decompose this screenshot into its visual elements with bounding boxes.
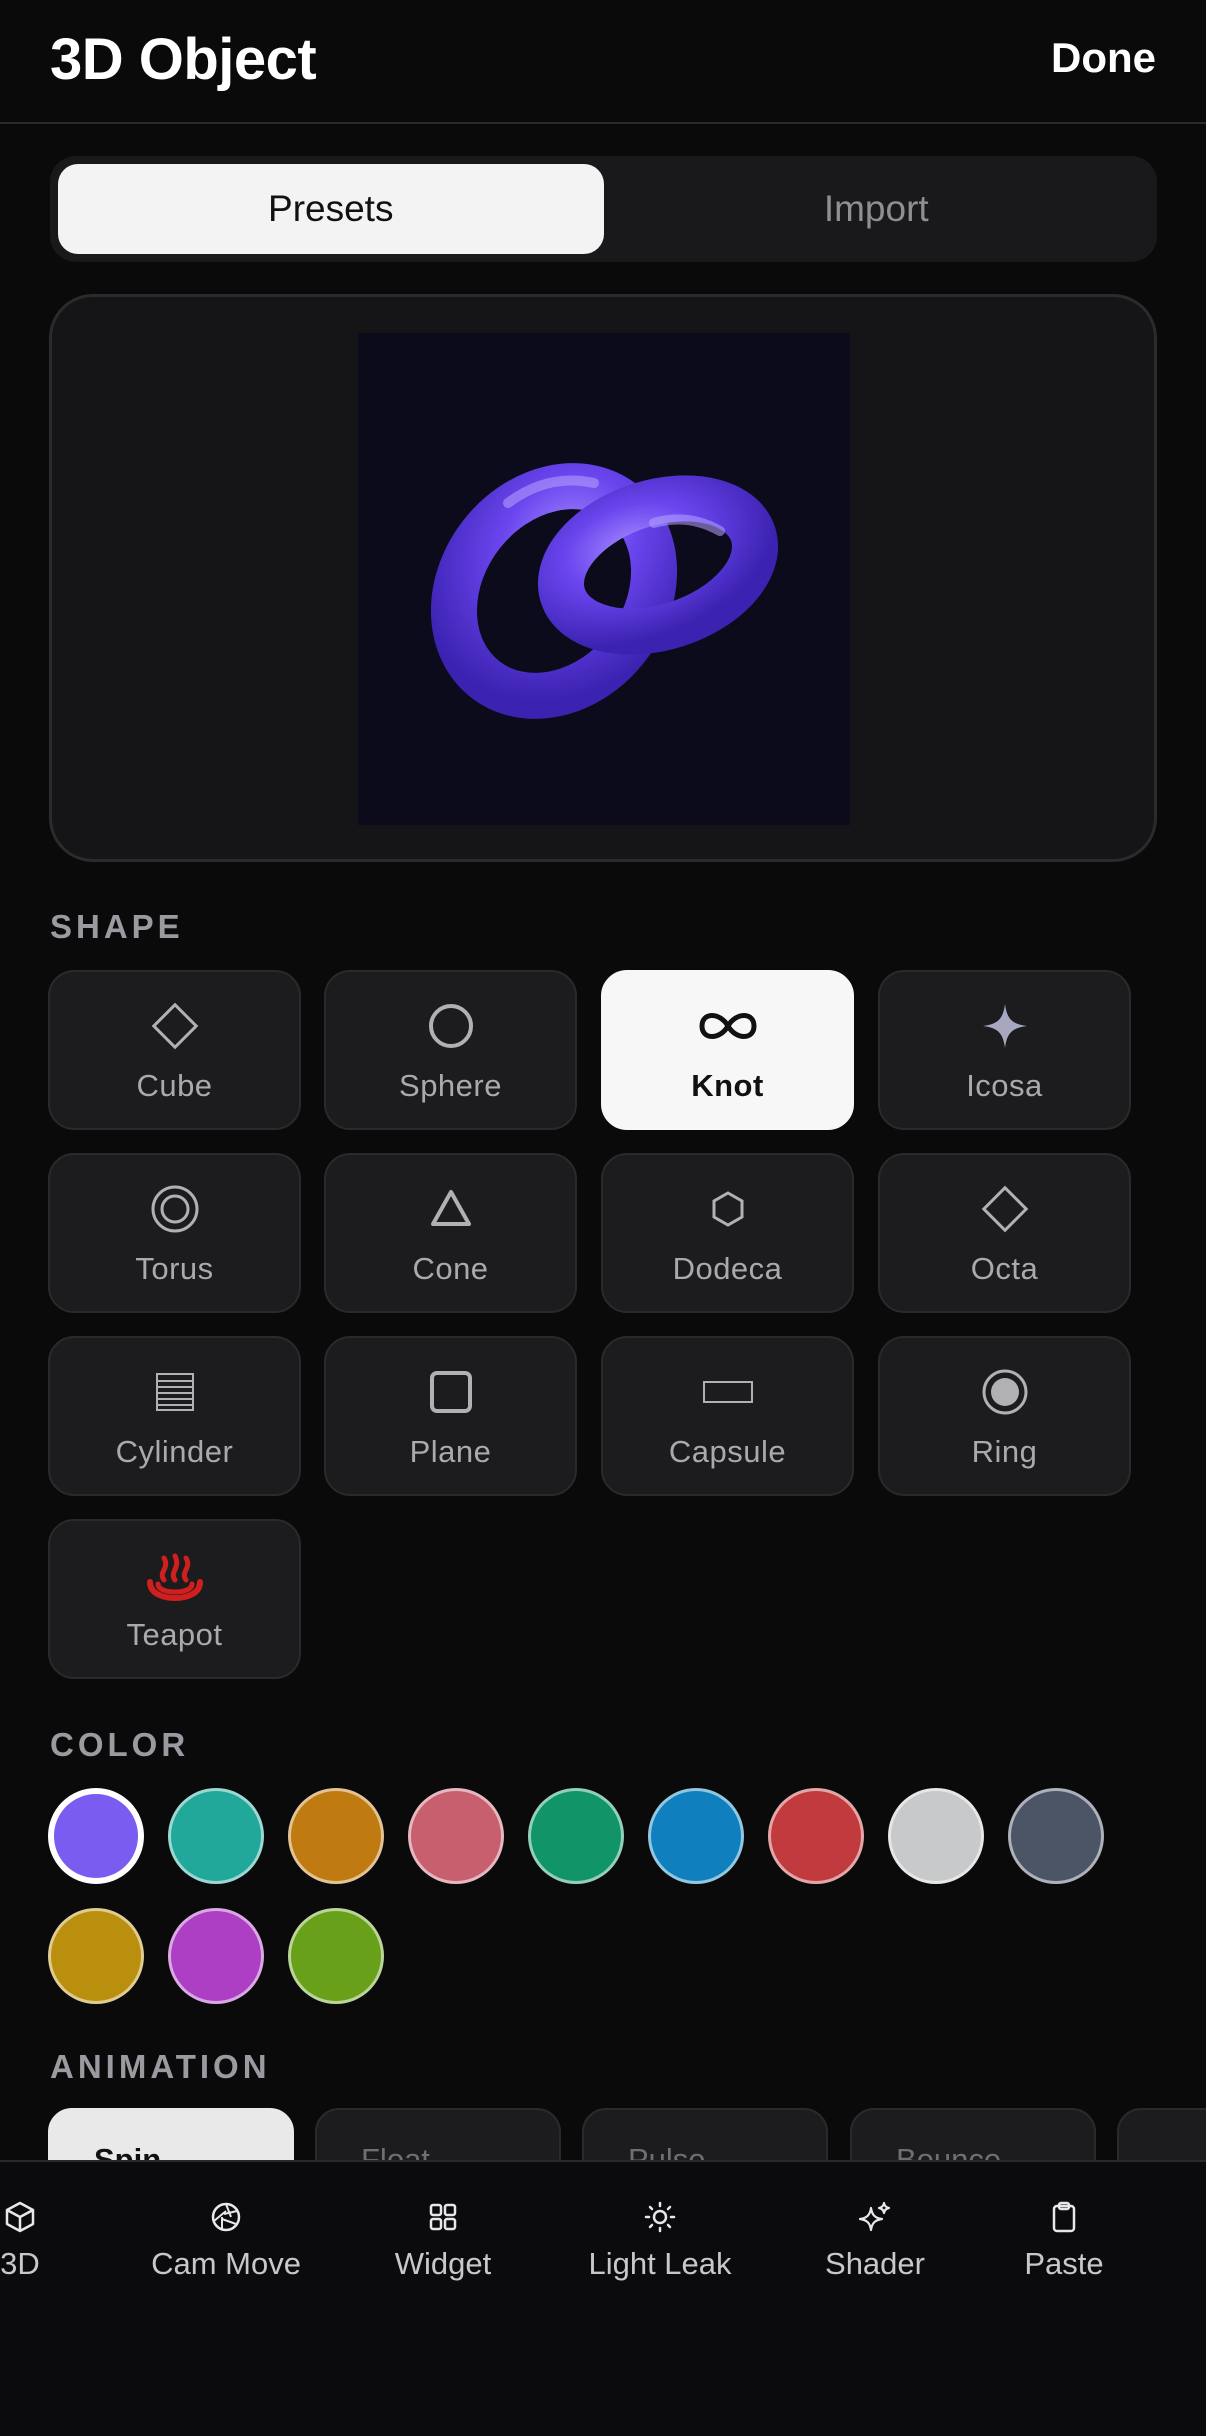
- toolbar-label: 3D: [0, 2246, 40, 2281]
- cube-icon: [0, 2200, 50, 2236]
- animation-chip-row: Spin Float Pulse Bounce: [0, 2108, 1206, 2160]
- shape-section-label: SHAPE: [50, 908, 184, 945]
- clipboard-icon: [1014, 2200, 1114, 2236]
- shape-label: Teapot: [126, 1617, 223, 1652]
- hexagon-icon: [603, 1181, 852, 1237]
- circle-icon: [326, 998, 575, 1054]
- shape-label: Cylinder: [115, 1434, 234, 1469]
- square-icon: [326, 1364, 575, 1420]
- animation-chip-pulse[interactable]: Pulse: [582, 2108, 828, 2160]
- diamond-icon: [50, 998, 299, 1054]
- shape-label: Ring: [971, 1434, 1038, 1469]
- animation-chip-float[interactable]: Float: [315, 2108, 561, 2160]
- color-swatch[interactable]: [768, 1788, 864, 1884]
- shape-label: Knot: [691, 1068, 764, 1103]
- color-swatch[interactable]: [288, 1908, 384, 2004]
- object-preview-card: [49, 294, 1157, 862]
- toolbar-item-light-leak[interactable]: Light Leak: [580, 2200, 740, 2282]
- done-button[interactable]: Done: [1051, 34, 1156, 82]
- shape-tile-cylinder[interactable]: Cylinder: [48, 1336, 301, 1496]
- color-swatch[interactable]: [888, 1788, 984, 1884]
- shape-tile-octa[interactable]: Octa: [878, 1153, 1131, 1313]
- color-swatch[interactable]: [168, 1788, 264, 1884]
- toolbar-label: Shader: [825, 2246, 925, 2281]
- shape-label: Plane: [409, 1434, 492, 1469]
- animation-chip-spin[interactable]: Spin: [48, 2108, 294, 2160]
- grid-icon: [383, 2200, 503, 2236]
- stripes-square-icon: [50, 1364, 299, 1420]
- header: 3D Object Done: [0, 0, 1206, 124]
- object-preview-canvas[interactable]: [358, 333, 850, 825]
- rectangle-icon: [603, 1364, 852, 1420]
- toolbar-item-cam-move[interactable]: Cam Move: [146, 2200, 306, 2282]
- color-swatch[interactable]: [648, 1788, 744, 1884]
- animation-chip-more[interactable]: [1117, 2108, 1206, 2160]
- source-segmented-control: Presets Import: [50, 156, 1157, 262]
- page-title: 3D Object: [50, 27, 317, 92]
- aperture-icon: [146, 2200, 306, 2236]
- color-section-label: COLOR: [50, 1726, 190, 1763]
- triangle-icon: [326, 1181, 575, 1237]
- shape-tile-icosa[interactable]: Icosa: [878, 970, 1131, 1130]
- radio-circle-icon: [880, 1364, 1129, 1420]
- shape-label: Cube: [136, 1068, 213, 1103]
- shape-tile-knot[interactable]: Knot: [601, 970, 854, 1130]
- color-swatch[interactable]: [1008, 1788, 1104, 1884]
- sparkle-icon: [880, 998, 1129, 1054]
- bottom-toolbar: 3D Cam Move Widget Light Leak Shader Pas…: [0, 2160, 1206, 2436]
- sparkles-icon: [815, 2200, 935, 2236]
- shape-label: Capsule: [668, 1434, 787, 1469]
- shape-label: Dodeca: [672, 1251, 783, 1286]
- toolbar-label: Light Leak: [588, 2246, 732, 2281]
- animation-chip-bounce[interactable]: Bounce: [850, 2108, 1096, 2160]
- shape-tile-dodeca[interactable]: Dodeca: [601, 1153, 854, 1313]
- shape-tile-teapot[interactable]: Teapot: [48, 1519, 301, 1679]
- toolbar-label: Paste: [1024, 2246, 1104, 2281]
- shape-tile-sphere[interactable]: Sphere: [324, 970, 577, 1130]
- shape-label: Icosa: [966, 1068, 1043, 1103]
- color-swatch[interactable]: [288, 1788, 384, 1884]
- shape-tile-plane[interactable]: Plane: [324, 1336, 577, 1496]
- infinity-icon: [603, 998, 852, 1054]
- toolbar-item-3d[interactable]: 3D: [0, 2200, 50, 2282]
- toolbar-item-widget[interactable]: Widget: [383, 2200, 503, 2282]
- ring-circle-icon: [50, 1181, 299, 1237]
- sun-icon: [580, 2200, 740, 2236]
- toolbar-label: Widget: [394, 2246, 492, 2281]
- toolbar-item-shader[interactable]: Shader: [815, 2200, 935, 2282]
- tab-import[interactable]: Import: [604, 164, 1150, 254]
- diamond-icon: [880, 1181, 1129, 1237]
- shape-label: Torus: [135, 1251, 214, 1286]
- shape-label: Octa: [970, 1251, 1039, 1286]
- color-swatch[interactable]: [408, 1788, 504, 1884]
- hot-springs-icon: [50, 1547, 299, 1603]
- tab-presets[interactable]: Presets: [58, 164, 604, 254]
- toolbar-item-paste[interactable]: Paste: [1014, 2200, 1114, 2282]
- shape-tile-torus[interactable]: Torus: [48, 1153, 301, 1313]
- shape-label: Cone: [412, 1251, 489, 1286]
- toolbar-label: Cam Move: [151, 2246, 301, 2281]
- color-swatch[interactable]: [528, 1788, 624, 1884]
- shape-tile-cone[interactable]: Cone: [324, 1153, 577, 1313]
- animation-section-label: ANIMATION: [50, 2048, 271, 2085]
- shape-tile-ring[interactable]: Ring: [878, 1336, 1131, 1496]
- color-swatch[interactable]: [48, 1788, 144, 1884]
- shape-label: Sphere: [399, 1068, 502, 1103]
- color-swatch[interactable]: [48, 1908, 144, 2004]
- knot-render: [430, 463, 779, 719]
- shape-tile-capsule[interactable]: Capsule: [601, 1336, 854, 1496]
- color-swatch[interactable]: [168, 1908, 264, 2004]
- shape-tile-cube[interactable]: Cube: [48, 970, 301, 1130]
